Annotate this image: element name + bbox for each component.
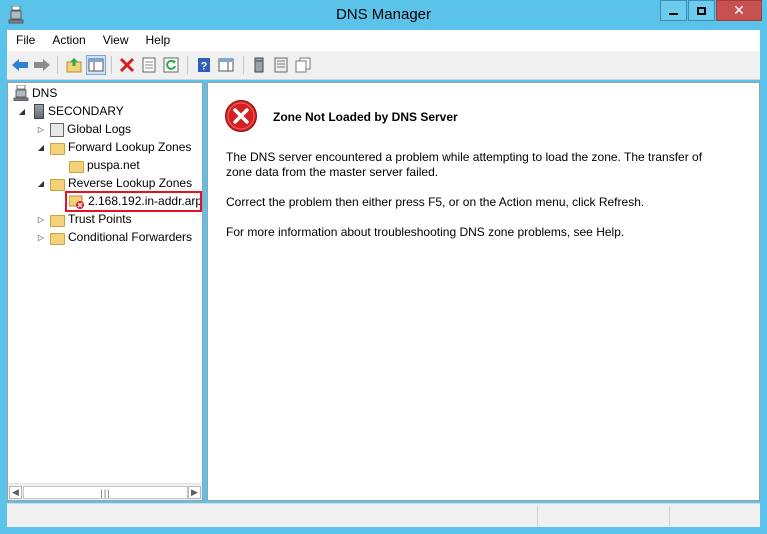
error-heading: Zone Not Loaded by DNS Server [273,110,458,124]
help-icon: ? [198,58,210,73]
toolbar-separator [57,56,58,74]
toolbar-separator [111,56,112,74]
console-tree[interactable]: DNS ◢ SECONDARY ▷ Global Logs ◢ Forward … [7,82,203,501]
scroll-left-button[interactable]: ◀ [9,486,22,499]
tree-label-secondary: SECONDARY [48,104,124,118]
menu-file[interactable]: File [7,30,43,51]
help-reference: For more information about troubleshooti… [226,225,625,239]
tree-label-conditional-forwarders: Conditional Forwarders [68,230,193,244]
dns-icon [13,85,29,101]
server-icon [34,103,44,119]
tree-item-conditional-forwarders[interactable]: ▷ Conditional Forwarders [36,228,192,246]
tree-item-puspa-net[interactable]: puspa.net [69,156,140,174]
maximize-button[interactable] [688,0,715,21]
folder-icon [50,142,65,155]
error-description: The DNS server encountered a problem whi… [226,150,726,180]
tree-label-forward-lookup-zones: Forward Lookup Zones [68,140,192,154]
scroll-right-button[interactable]: ▶ [188,486,201,499]
forward-button[interactable] [32,55,52,75]
show-hide-action-pane-button[interactable] [216,55,236,75]
menu-bar: File Action View Help [7,30,760,51]
expanded-arrow-icon[interactable]: ◢ [17,106,27,116]
server-icon [254,57,264,73]
list-button[interactable] [271,55,291,75]
correction-instructions: Correct the problem then either press F5… [226,195,645,209]
minimize-icon [669,12,678,15]
help-button[interactable]: ? [194,55,214,75]
result-pane: Zone Not Loaded by DNS Server The DNS se… [207,82,760,501]
expanded-arrow-icon[interactable]: ◢ [36,178,46,188]
tree-item-secondary[interactable]: ◢ SECONDARY [17,102,124,120]
menu-help[interactable]: Help [137,30,179,51]
back-arrow-icon [12,59,28,71]
collapsed-arrow-icon[interactable]: ▷ [36,214,46,224]
selection-highlight-box [65,191,202,212]
folder-icon [50,178,65,191]
close-icon: ✕ [733,2,745,19]
tree-label-trust-points: Trust Points [68,212,132,226]
error-icon [225,100,257,132]
menu-action[interactable]: Action [43,30,93,51]
zone-icon [69,160,84,173]
copy-button[interactable] [293,55,313,75]
tree-label-puspa-net: puspa.net [87,158,140,172]
tree-item-trust-points[interactable]: ▷ Trust Points [36,210,132,228]
folder-icon [50,232,65,245]
toolbar: ? [7,51,760,80]
tree-item-global-logs[interactable]: ▷ Global Logs [36,120,131,138]
expanded-arrow-icon[interactable]: ◢ [36,142,46,152]
dns-manager-window: DNS Manager ✕ File Action View Help ? DN… [0,0,767,534]
back-button[interactable] [10,55,30,75]
close-button[interactable]: ✕ [716,0,762,21]
log-folder-icon [50,122,64,137]
up-folder-icon [66,58,82,73]
error-description-line-2: zone data from the master server failed. [226,165,439,179]
status-bar [7,503,760,527]
tree-item-reverse-lookup-zones[interactable]: ◢ Reverse Lookup Zones [36,174,192,192]
properties-icon [142,57,156,73]
window-title: DNS Manager [335,6,432,23]
menu-view[interactable]: View [94,30,137,51]
tree-label-global-logs: Global Logs [67,122,132,136]
maximize-icon [697,6,706,15]
show-hide-console-tree-icon [88,58,104,72]
list-icon [274,57,288,73]
copy-icon [295,57,311,73]
delete-icon [119,57,135,73]
delete-button[interactable] [117,55,137,75]
error-description-line-1: The DNS server encountered a problem whi… [226,150,703,164]
show-hide-action-pane-icon [218,58,234,72]
folder-icon [50,214,65,227]
status-separator [669,506,670,526]
refresh-button[interactable] [161,55,181,75]
refresh-icon [163,57,179,73]
toolbar-separator [187,56,188,74]
toolbar-separator [243,56,244,74]
properties-button[interactable] [139,55,159,75]
svg-text:?: ? [201,61,208,73]
collapsed-arrow-icon[interactable]: ▷ [36,124,46,134]
tree-label-reverse-lookup-zones: Reverse Lookup Zones [68,176,193,190]
tree-label-dns: DNS [32,86,58,100]
title-bar[interactable]: DNS Manager ✕ [0,0,767,30]
up-one-level-button[interactable] [64,55,84,75]
scroll-thumb[interactable]: ||| [23,486,188,499]
status-separator [537,506,538,526]
forward-arrow-icon [34,59,50,71]
show-hide-console-tree-button[interactable] [86,55,106,75]
minimize-button[interactable] [660,0,687,21]
tree-item-dns[interactable]: DNS [13,84,57,102]
tree-item-forward-lookup-zones[interactable]: ◢ Forward Lookup Zones [36,138,191,156]
collapsed-arrow-icon[interactable]: ▷ [36,232,46,242]
horizontal-scrollbar[interactable]: ◀ ||| ▶ [8,483,202,500]
server-button[interactable] [249,55,269,75]
